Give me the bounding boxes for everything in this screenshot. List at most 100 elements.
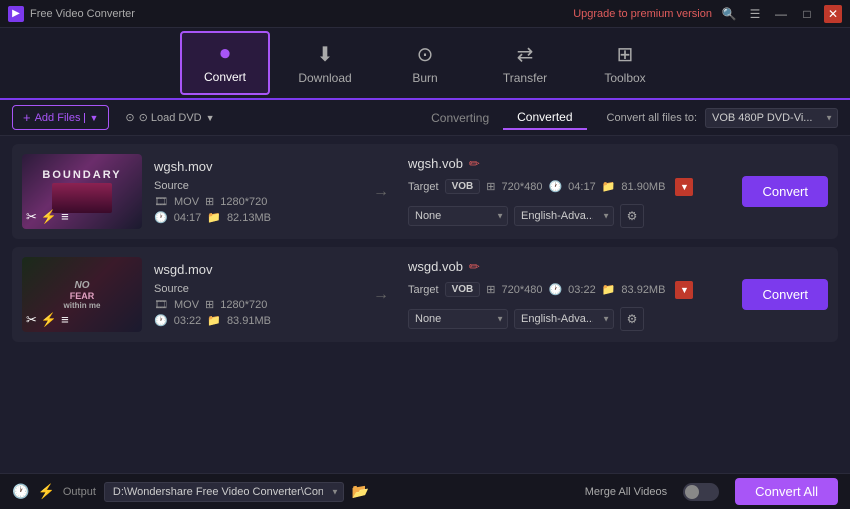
folder-icon[interactable]: 📂 [352, 483, 369, 500]
source-filename-2: wsgd.mov [154, 262, 354, 277]
settings-button-1[interactable]: ⚙ [620, 204, 644, 228]
source-duration-row-2: 🕐 03:22 📁 83.91MB [154, 314, 354, 327]
nav-item-download[interactable]: ⬇ Download [280, 31, 370, 95]
target-filename-2: wsgd.vob [408, 259, 463, 274]
thumbnail-1: BOUNDARY ✂ ⚡ ≡ [22, 154, 142, 229]
app-logo: ▶ [8, 6, 24, 22]
source-res-icon-2: ⊞ [205, 298, 214, 311]
source-label-row-1: Source [154, 180, 354, 192]
source-duration-row-1: 🕐 04:17 📁 82.13MB [154, 211, 354, 224]
file-info-2: wsgd.mov Source 🎞 MOV ⊞ 1280*720 🕐 03:22… [154, 262, 354, 327]
add-files-dropdown-arrow[interactable]: ▼ [84, 113, 98, 123]
arrow-col-1: → [366, 183, 396, 201]
target-name-row-2: wsgd.vob ✏ [408, 259, 722, 275]
source-resolution-2: 1280*720 [220, 299, 267, 311]
output-path-input[interactable] [104, 482, 344, 502]
target-options-2: None English-Adva... ⚙ [408, 307, 722, 331]
source-size-1: 82.13MB [227, 212, 271, 224]
minimize-button[interactable]: — [772, 5, 790, 23]
target-res-icon-1: ⊞ [486, 180, 495, 193]
action-bar: + Add Files ▼ ⊙ ⊙ Load DVD ▼ Converting … [0, 100, 850, 136]
source-file-icon-1: 📁 [207, 211, 221, 224]
merge-label: Merge All Videos [585, 486, 667, 498]
target-col-1: wgsh.vob ✏ Target VOB ⊞ 720*480 🕐 04:17 … [408, 156, 722, 228]
output-path-wrapper [104, 482, 344, 502]
convert-nav-label: Convert [204, 70, 246, 84]
effects-icon-2[interactable]: ⚡ [41, 312, 57, 328]
nav-item-burn[interactable]: ⊙ Burn [380, 31, 470, 95]
content-area: BOUNDARY ✂ ⚡ ≡ wgsh.mov Source 🎞 MOV ⊞ [0, 136, 850, 473]
nav-toolbar: ⏺ Convert ⬇ Download ⊙ Burn ⇄ Transfer ⊞… [0, 28, 850, 100]
scissors-icon[interactable]: ✂ [26, 209, 37, 225]
subtitle-select-1[interactable]: None [408, 206, 508, 226]
edit-icon-1[interactable]: ✏ [469, 156, 480, 172]
list-icon[interactable]: ≡ [61, 209, 69, 225]
upgrade-link[interactable]: Upgrade to premium version [573, 8, 712, 20]
target-label-1: Target [408, 181, 439, 193]
nav-item-transfer[interactable]: ⇄ Transfer [480, 31, 570, 95]
source-format-icon-2: 🎞 [154, 298, 168, 311]
tab-group: Converting Converted [417, 106, 586, 130]
nav-item-toolbox[interactable]: ⊞ Toolbox [580, 31, 670, 95]
audio-select-wrapper-1: English-Adva... [514, 206, 614, 226]
source-clock-icon-2: 🕐 [154, 314, 168, 327]
close-button[interactable]: ✕ [824, 5, 842, 23]
audio-select-1[interactable]: English-Adva... [514, 206, 614, 226]
subtitle-select-2[interactable]: None [408, 309, 508, 329]
target-format-change-1[interactable]: ▼ [675, 178, 693, 196]
target-col-2: wsgd.vob ✏ Target VOB ⊞ 720*480 🕐 03:22 … [408, 259, 722, 331]
target-label-2: Target [408, 284, 439, 296]
titlebar: ▶ Free Video Converter Upgrade to premiu… [0, 0, 850, 28]
settings-button-2[interactable]: ⚙ [620, 307, 644, 331]
file-item-1: BOUNDARY ✂ ⚡ ≡ wgsh.mov Source 🎞 MOV ⊞ [12, 144, 838, 239]
output-label: Output [63, 486, 96, 498]
burn-nav-icon: ⊙ [417, 42, 434, 67]
target-format-1: VOB [445, 179, 481, 194]
menu-button[interactable]: ☰ [746, 5, 764, 23]
nav-item-convert[interactable]: ⏺ Convert [180, 31, 270, 95]
search-button[interactable]: 🔍 [720, 5, 738, 23]
file-info-1: wgsh.mov Source 🎞 MOV ⊞ 1280*720 🕐 04:17… [154, 159, 354, 224]
convert-button-2[interactable]: Convert [742, 279, 828, 310]
thumb-icons-2: ✂ ⚡ ≡ [26, 312, 69, 328]
clock-icon[interactable]: 🕐 [12, 483, 29, 500]
edit-icon-2[interactable]: ✏ [469, 259, 480, 275]
titlebar-right: Upgrade to premium version 🔍 ☰ — □ ✕ [573, 5, 842, 23]
source-clock-icon-1: 🕐 [154, 211, 168, 224]
target-clock-icon-1: 🕐 [548, 180, 562, 193]
source-filename-1: wgsh.mov [154, 159, 354, 174]
format-select[interactable]: VOB 480P DVD-Vi... [705, 108, 838, 128]
source-format-row-1: 🎞 MOV ⊞ 1280*720 [154, 195, 354, 208]
target-clock-icon-2: 🕐 [548, 283, 562, 296]
convert-button-1[interactable]: Convert [742, 176, 828, 207]
tab-converted[interactable]: Converted [503, 106, 586, 130]
target-file-icon-2: 📁 [602, 283, 616, 296]
audio-select-2[interactable]: English-Adva... [514, 309, 614, 329]
target-resolution-2: 720*480 [501, 284, 542, 296]
file-item-2: NO FEAR within me ✂ ⚡ ≡ wsgd.mov Source … [12, 247, 838, 342]
source-format-1: MOV [174, 196, 199, 208]
effects-icon[interactable]: ⚡ [41, 209, 57, 225]
source-label-row-2: Source [154, 283, 354, 295]
merge-toggle[interactable] [683, 483, 719, 501]
audio-select-wrapper-2: English-Adva... [514, 309, 614, 329]
convert-all-button[interactable]: Convert All [735, 478, 838, 505]
target-format-change-2[interactable]: ▼ [675, 281, 693, 299]
dvd-icon: ⊙ [125, 111, 134, 124]
target-duration-1: 04:17 [568, 181, 596, 193]
target-file-icon-1: 📁 [602, 180, 616, 193]
target-resolution-1: 720*480 [501, 181, 542, 193]
add-files-button[interactable]: + Add Files ▼ [12, 105, 109, 130]
load-dvd-button[interactable]: ⊙ ⊙ Load DVD ▼ [117, 107, 222, 128]
maximize-button[interactable]: □ [798, 5, 816, 23]
convert-nav-icon: ⏺ [220, 43, 230, 66]
lightning-icon[interactable]: ⚡ [37, 483, 54, 500]
source-meta-2: Source 🎞 MOV ⊞ 1280*720 🕐 03:22 📁 83.91M… [154, 283, 354, 327]
scissors-icon-2[interactable]: ✂ [26, 312, 37, 328]
arrow-col-2: → [366, 286, 396, 304]
target-options-1: None English-Adva... ⚙ [408, 204, 722, 228]
tab-converting[interactable]: Converting [417, 106, 503, 130]
target-meta-1: Target VOB ⊞ 720*480 🕐 04:17 📁 81.90MB ▼ [408, 178, 722, 196]
thumb-icons-1: ✂ ⚡ ≡ [26, 209, 69, 225]
list-icon-2[interactable]: ≡ [61, 312, 69, 328]
